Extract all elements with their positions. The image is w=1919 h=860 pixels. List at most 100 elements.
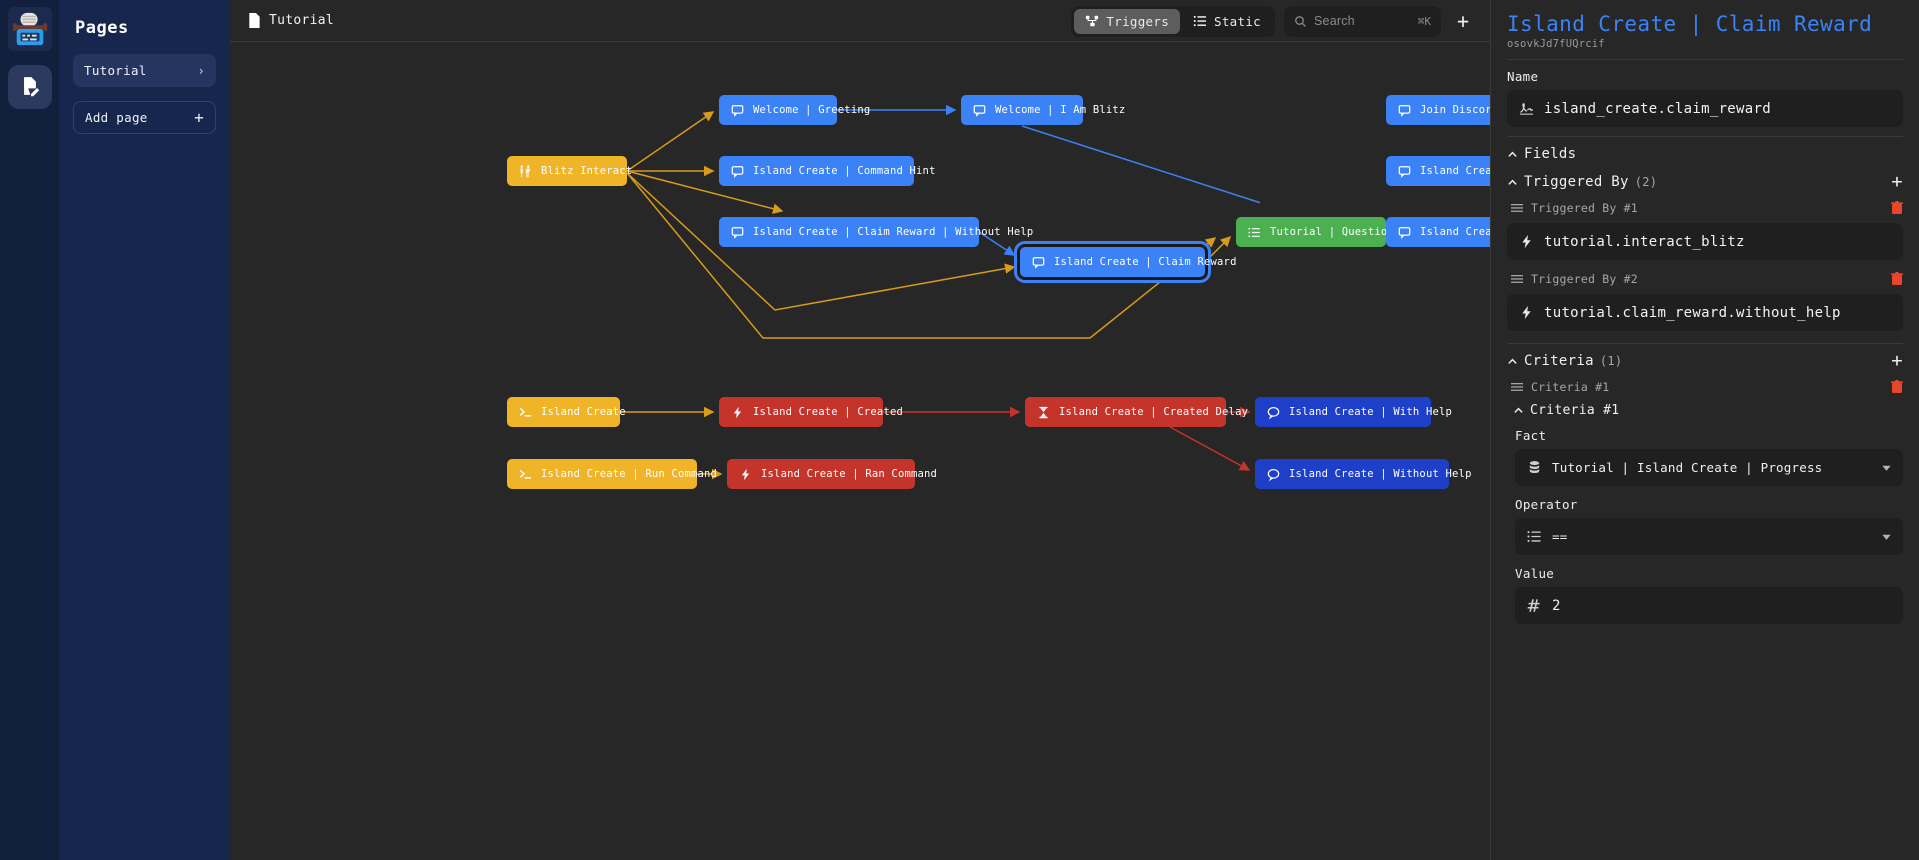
drag-handle-icon[interactable] <box>1511 273 1523 285</box>
flow-node-label: Island Create | With Help <box>1289 406 1453 418</box>
flow-node-label: Welcome | I Am Blitz <box>995 104 1126 116</box>
flow-node-label: Island Create | Created Delay <box>1059 406 1249 418</box>
bolt-icon <box>1519 305 1535 320</box>
criteria-section-header[interactable]: Criteria (1) + <box>1507 351 1903 371</box>
inspector-panel: Island Create | Claim Reward osovkJd7fUQ… <box>1490 0 1919 860</box>
name-value: island_create.claim_reward <box>1544 100 1771 117</box>
value-field[interactable]: 2 <box>1515 587 1903 625</box>
chevron-up-icon <box>1507 177 1518 188</box>
add-page-button[interactable]: Add page + <box>73 101 216 134</box>
drag-handle-icon[interactable] <box>1511 202 1523 214</box>
flow-node-ic-cr-without-help[interactable]: Island Create | Claim Reward | Without H… <box>719 217 1033 247</box>
message-icon <box>731 104 745 117</box>
flow-node-label: Tutorial | Questions <box>1270 226 1401 238</box>
list-icon <box>1193 15 1207 27</box>
tab-triggers-label: Triggers <box>1106 13 1170 29</box>
chevron-down-icon[interactable] <box>1881 462 1892 473</box>
flow-node-label: Island Create <box>541 406 626 418</box>
inspector-id: osovkJd7fUQrcif <box>1507 38 1605 51</box>
add-triggered-by-button[interactable]: + <box>1891 172 1903 192</box>
flow-canvas[interactable]: Welcome | Greeting Welcome | I Am Blitz Jo… <box>230 42 1490 860</box>
flow-node-ic-with-help[interactable]: Island Create | With Help <box>1255 397 1452 427</box>
interact-icon <box>519 164 533 178</box>
page-title: Tutorial <box>269 13 335 28</box>
criteria-label: Criteria <box>1524 353 1594 370</box>
flow-node-island-create[interactable]: Island Create <box>507 397 626 427</box>
flow-node-ic-run-command[interactable]: Island Create | Run Command <box>507 459 717 489</box>
triggered-by-section-header[interactable]: Triggered By (2) + <box>1507 172 1903 192</box>
criteria-1-heading: Criteria #1 <box>1531 380 1610 395</box>
flow-node-ic-ran-command[interactable]: Island Create | Ran Command <box>727 459 937 489</box>
triggered-by-1-field[interactable]: tutorial.interact_blitz <box>1507 223 1903 261</box>
delete-triggered-by-2-icon[interactable] <box>1891 272 1903 286</box>
value-value: 2 <box>1552 597 1561 614</box>
chat-icon <box>1267 468 1281 481</box>
search-placeholder: Search <box>1314 14 1355 28</box>
chevron-right-icon: › <box>197 63 205 78</box>
tab-static[interactable]: Static <box>1182 9 1272 34</box>
triggered-by-1-row[interactable]: Triggered By #1 <box>1511 201 1903 215</box>
document-edit-glyph <box>23 77 39 97</box>
document-edit-icon[interactable] <box>7 65 52 109</box>
delete-criteria-1-icon[interactable] <box>1891 380 1903 394</box>
operator-value: == <box>1552 529 1568 545</box>
message-icon <box>1398 104 1412 117</box>
fact-select[interactable]: Tutorial | Island Create | Progress <box>1515 449 1903 487</box>
search-input[interactable]: Search ⌘K <box>1284 5 1441 37</box>
tab-static-label: Static <box>1214 13 1261 29</box>
flow-node-label: Island Create | Run Command <box>1420 226 1490 238</box>
flow-node-ic-created[interactable]: Island Create | Created <box>719 397 903 427</box>
flow-node-ic-run-command-msg[interactable]: Island Create | Run Command <box>1386 217 1490 247</box>
triggered-by-2-field[interactable]: tutorial.claim_reward.without_help <box>1507 294 1903 332</box>
database-icon <box>1527 460 1543 475</box>
pages-title: Pages <box>75 18 129 38</box>
flow-node-ic-command-hint[interactable]: Island Create | Command Hint <box>719 156 935 186</box>
terminal-icon <box>519 468 533 481</box>
triggered-by-2-row[interactable]: Triggered By #2 <box>1511 272 1903 286</box>
flow-node-ic-created-delay[interactable]: Island Create | Created Delay <box>1025 397 1248 427</box>
value-label: Value <box>1515 566 1555 582</box>
divider <box>1507 343 1903 345</box>
flow-node-join-discord-link[interactable]: Join Discord | Link <box>1386 95 1490 125</box>
message-icon <box>1398 226 1412 239</box>
fact-label: Fact <box>1515 428 1547 444</box>
fields-section-header[interactable]: Fields <box>1507 146 1903 162</box>
bolt-icon <box>739 468 753 481</box>
divider <box>1507 59 1903 61</box>
operator-select[interactable]: == <box>1515 518 1903 556</box>
signature-icon <box>1519 101 1535 116</box>
criteria-1-group-label: Criteria #1 <box>1530 403 1620 419</box>
plus-icon: + <box>194 107 204 127</box>
main-area: Tutorial Triggers Static Search ⌘K + Wel… <box>230 0 1490 860</box>
criteria-1-group-header[interactable]: Criteria #1 <box>1513 403 1903 418</box>
flow-node-welcome-greeting[interactable]: Welcome | Greeting <box>719 95 870 125</box>
bolt-icon <box>1519 234 1535 249</box>
flow-node-ic-claim-reward[interactable]: Island Create | Claim Reward <box>1020 247 1236 277</box>
flow-node-tutorial-questions[interactable]: Tutorial | Questions <box>1236 217 1400 247</box>
flow-node-ic-without-help[interactable]: Island Create | Without Help <box>1255 459 1471 489</box>
app-logo <box>7 7 52 51</box>
drag-handle-icon[interactable] <box>1511 381 1523 393</box>
add-criteria-button[interactable]: + <box>1891 351 1903 371</box>
hourglass-icon <box>1037 406 1051 419</box>
sidebar-item-tutorial[interactable]: Tutorial › <box>73 54 216 87</box>
add-node-button[interactable]: + <box>1450 8 1476 34</box>
flow-node-blitz-interact[interactable]: Blitz Interact <box>507 156 632 186</box>
pages-sidebar: Pages Tutorial › Add page + <box>59 0 230 860</box>
name-field[interactable]: island_create.claim_reward <box>1507 90 1903 128</box>
message-icon <box>973 104 987 117</box>
search-icon <box>1295 15 1306 27</box>
flow-node-label: Island Create | Gui Interaciton <box>1420 165 1490 177</box>
flow-node-label: Welcome | Greeting <box>753 104 871 116</box>
tab-triggers[interactable]: Triggers <box>1074 8 1181 34</box>
flow-node-label: Join Discord | Link <box>1420 104 1490 116</box>
flow-node-welcome-i-am-blitz[interactable]: Welcome | I Am Blitz <box>961 95 1125 125</box>
divider <box>1507 136 1903 138</box>
delete-triggered-by-1-icon[interactable] <box>1891 201 1903 215</box>
criteria-1-row[interactable]: Criteria #1 <box>1511 380 1903 394</box>
topbar-actions: Triggers Static Search ⌘K + <box>1071 0 1476 42</box>
flow-node-label: Island Create | Run Command <box>541 468 718 480</box>
flow-node-ic-gui-interaciton[interactable]: Island Create | Gui Interaciton <box>1386 156 1490 186</box>
chevron-down-icon[interactable] <box>1881 531 1892 542</box>
triggered-by-count: (2) <box>1634 175 1658 190</box>
